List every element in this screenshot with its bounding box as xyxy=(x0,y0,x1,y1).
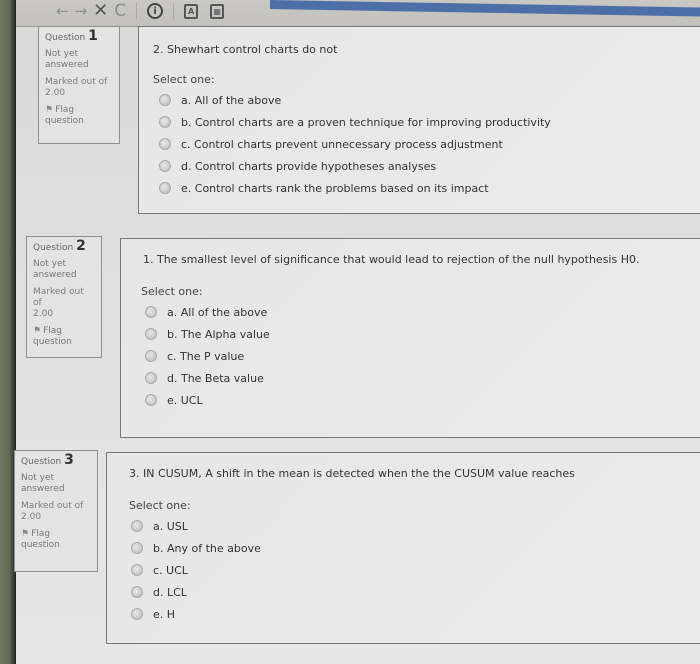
question-text: 2. Shewhart control charts do not xyxy=(153,43,338,56)
flag-question-link[interactable]: ⚑ Flag question xyxy=(21,529,91,551)
toolbar-divider xyxy=(173,3,175,19)
flag-icon: ⚑ xyxy=(21,529,30,539)
answer-option-d[interactable]: d. Control charts provide hypotheses ana… xyxy=(159,155,551,177)
question-state: Not yet answered xyxy=(45,49,89,70)
select-one-label: Select one: xyxy=(153,73,215,86)
question-info-panel: Question 1 Not yet answered Marked out o… xyxy=(38,26,120,144)
radio-button[interactable] xyxy=(145,350,157,362)
question-content: 1. The smallest level of significance th… xyxy=(120,238,700,438)
answer-option-e[interactable]: e. UCL xyxy=(145,389,270,411)
question-number: Question 1 xyxy=(45,28,98,44)
answer-option-b[interactable]: b. The Alpha value xyxy=(145,323,270,345)
answer-option-c[interactable]: c. UCL xyxy=(131,559,261,581)
question-number: Question 3 xyxy=(21,452,74,468)
question-info-panel: Question 3 Not yet answered Marked out o… xyxy=(14,450,98,572)
radio-button[interactable] xyxy=(159,160,171,172)
answer-option-b[interactable]: b. Control charts are a proven technique… xyxy=(159,111,551,133)
radio-button[interactable] xyxy=(145,328,157,340)
answer-list: a. All of the above b. Control charts ar… xyxy=(159,89,551,199)
answer-list: a. All of the above b. The Alpha value c… xyxy=(145,301,270,411)
radio-button[interactable] xyxy=(131,564,143,576)
question-text: 3. IN CUSUM, A shift in the mean is dete… xyxy=(129,467,575,480)
answer-option-e[interactable]: e. Control charts rank the problems base… xyxy=(159,177,551,199)
toolbar-divider xyxy=(136,3,138,19)
answer-option-d[interactable]: d. LCL xyxy=(131,581,261,603)
answer-list: a. USL b. Any of the above c. UCL d. LCL… xyxy=(131,515,261,625)
back-arrow-icon[interactable]: ← xyxy=(56,3,69,19)
radio-button[interactable] xyxy=(145,306,157,318)
answer-option-a[interactable]: a. All of the above xyxy=(159,89,551,111)
question-content: 2. Shewhart control charts do not Select… xyxy=(138,26,700,214)
radio-button[interactable] xyxy=(145,372,157,384)
answer-option-b[interactable]: b. Any of the above xyxy=(131,537,261,559)
radio-button[interactable] xyxy=(159,182,171,194)
browser-toolbar: ← → ✕ C i A ▦ xyxy=(16,0,700,27)
radio-button[interactable] xyxy=(159,138,171,150)
question-marks: Marked out of 2.00 xyxy=(33,287,84,319)
forward-arrow-icon[interactable]: → xyxy=(75,3,88,19)
answer-option-a[interactable]: a. All of the above xyxy=(145,301,270,323)
question-marks: Marked out of 2.00 xyxy=(21,501,84,522)
answer-option-e[interactable]: e. H xyxy=(131,603,261,625)
flag-question-link[interactable]: ⚑ Flag question xyxy=(33,326,95,348)
question-state: Not yet answered xyxy=(21,473,65,494)
answer-option-c[interactable]: c. Control charts prevent unnecessary pr… xyxy=(159,133,551,155)
question-content: 3. IN CUSUM, A shift in the mean is dete… xyxy=(106,452,700,644)
radio-button[interactable] xyxy=(131,542,143,554)
answer-option-c[interactable]: c. The P value xyxy=(145,345,270,367)
info-icon[interactable]: i xyxy=(147,3,164,19)
select-one-label: Select one: xyxy=(141,285,203,298)
reload-icon[interactable]: C xyxy=(114,3,126,20)
question-info-panel: Question 2 Not yet answered Marked out o… xyxy=(26,236,102,358)
calculator-icon[interactable]: ▦ xyxy=(210,3,225,19)
flag-icon: ⚑ xyxy=(33,326,42,336)
question-state: Not yet answered xyxy=(33,259,77,280)
question-number: Question 2 xyxy=(33,238,86,254)
answer-option-a[interactable]: a. USL xyxy=(131,515,261,537)
radio-button[interactable] xyxy=(159,94,171,106)
radio-button[interactable] xyxy=(131,586,143,598)
radio-button[interactable] xyxy=(145,394,157,406)
answer-option-d[interactable]: d. The Beta value xyxy=(145,367,270,389)
flag-icon: ⚑ xyxy=(45,105,54,115)
select-one-label: Select one: xyxy=(129,499,191,512)
question-marks: Marked out of 2.00 xyxy=(45,77,108,98)
flag-question-link[interactable]: ⚑ Flag question xyxy=(45,105,113,127)
pdf-icon[interactable]: A xyxy=(184,3,199,19)
radio-button[interactable] xyxy=(131,608,143,620)
question-text: 1. The smallest level of significance th… xyxy=(143,253,640,266)
close-icon[interactable]: ✕ xyxy=(93,2,108,20)
radio-button[interactable] xyxy=(131,520,143,532)
title-bar-strip xyxy=(270,0,700,17)
radio-button[interactable] xyxy=(159,116,171,128)
